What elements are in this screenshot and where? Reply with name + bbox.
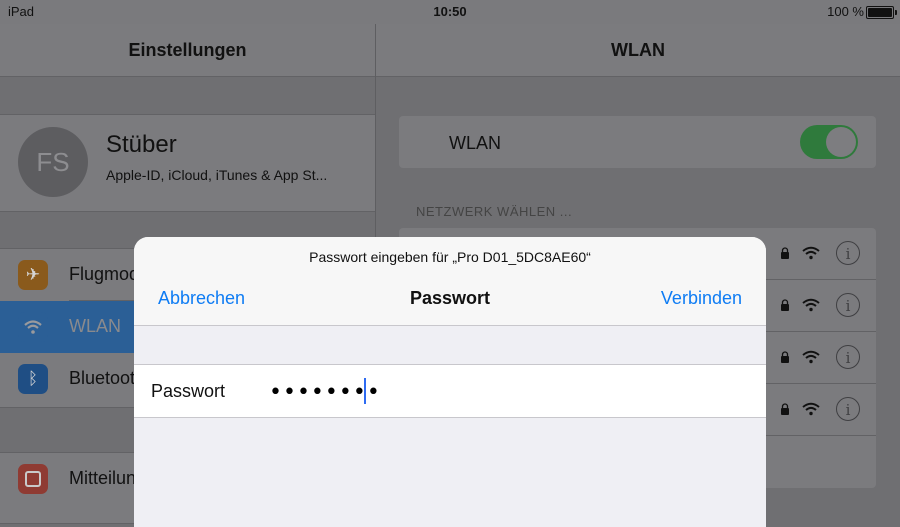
- profile-subtitle: Apple-ID, iCloud, iTunes & App St...: [106, 167, 328, 183]
- wifi-icon: [18, 312, 48, 342]
- wlan-label: WLAN: [449, 133, 502, 153]
- text-cursor: [364, 378, 366, 404]
- lock-icon: [781, 299, 789, 311]
- dialog-header: Passwort eingeben für „Pro D01_5DC8AE60“…: [134, 237, 766, 326]
- connect-button[interactable]: Verbinden: [661, 288, 742, 309]
- battery-percent: 100 %: [827, 4, 864, 19]
- info-icon[interactable]: i: [836, 241, 860, 265]
- password-row: Passwort: [134, 364, 766, 418]
- wifi-signal-icon: [802, 402, 820, 416]
- password-dialog: Passwort eingeben für „Pro D01_5DC8AE60“…: [134, 237, 766, 527]
- wifi-signal-icon: [802, 350, 820, 364]
- dialog-prompt: Passwort eingeben für „Pro D01_5DC8AE60“: [309, 249, 591, 265]
- lock-icon: [781, 403, 789, 415]
- wlan-toggle-row: WLAN: [399, 116, 876, 168]
- battery-icon: [866, 6, 897, 19]
- password-field[interactable]: [269, 378, 739, 406]
- network-section-title: NETZWERK WÄHLEN ...: [416, 204, 573, 219]
- wifi-signal-icon: [802, 246, 820, 260]
- notifications-icon: [18, 464, 48, 494]
- wlan-header: WLAN: [376, 24, 900, 77]
- sidebar-item-label: WLAN: [69, 316, 122, 336]
- info-icon[interactable]: i: [836, 293, 860, 317]
- sidebar-title: Einstellungen: [128, 40, 247, 60]
- profile-name: Stüber: [106, 131, 177, 158]
- lock-icon: [781, 351, 789, 363]
- wlan-toggle[interactable]: [800, 125, 858, 159]
- status-bar: iPad 10:50 100 %: [0, 0, 900, 24]
- lock-icon: [781, 247, 789, 259]
- wifi-signal-icon: [802, 298, 820, 312]
- apple-id-profile[interactable]: FS Stüber Apple-ID, iCloud, iTunes & App…: [0, 114, 375, 212]
- info-icon[interactable]: i: [836, 345, 860, 369]
- clock: 10:50: [433, 4, 467, 19]
- bluetooth-icon: ᛒ: [18, 364, 48, 394]
- sidebar-header: Einstellungen: [0, 24, 375, 77]
- info-icon[interactable]: i: [836, 397, 860, 421]
- wlan-title: WLAN: [611, 40, 665, 60]
- avatar: FS: [18, 127, 88, 197]
- password-label: Passwort: [151, 381, 226, 401]
- airplane-icon: ✈: [18, 260, 48, 290]
